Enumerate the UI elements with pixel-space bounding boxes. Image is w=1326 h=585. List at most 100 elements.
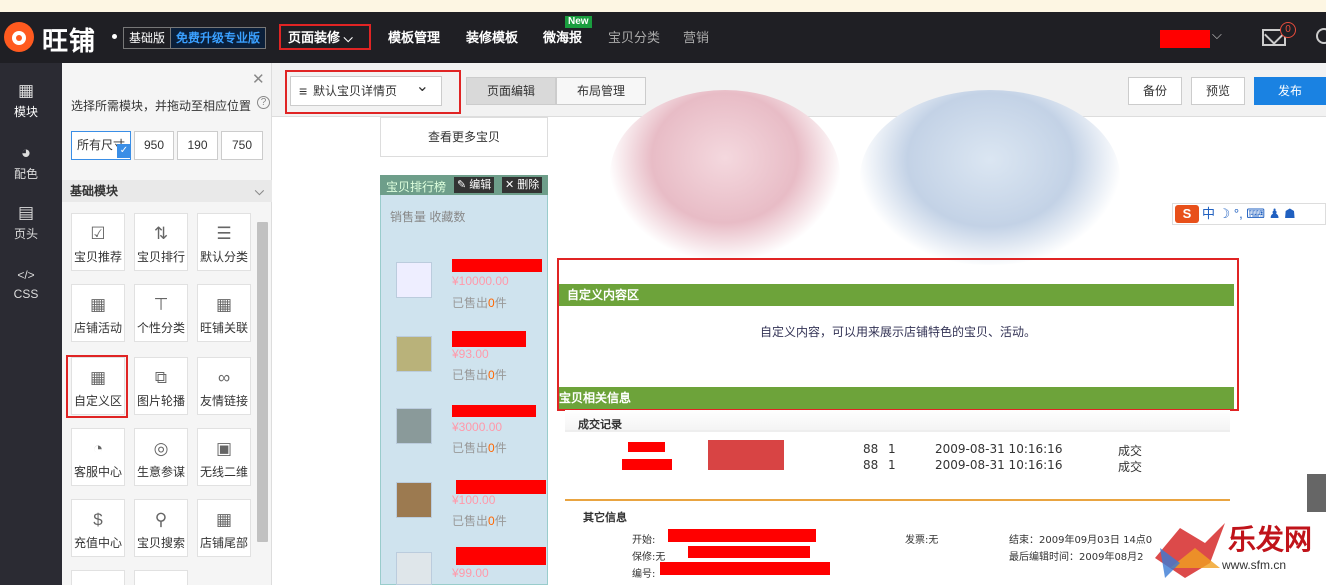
item-thumbnail[interactable] [396,408,432,444]
code-icon: </> [17,268,35,282]
redacted-username [1160,30,1210,48]
mail-count-badge: 0 [1280,22,1296,38]
chevron-down-icon[interactable]: ⌵ [1212,27,1222,43]
redacted-code [660,562,830,575]
size-filter-190[interactable]: 190 [177,131,218,160]
watermark: 乐发网 www.sfm.cn [1150,518,1326,585]
record-status: 成交 [1118,460,1143,474]
help-icon[interactable] [1316,28,1326,44]
record-status: 成交 [1118,444,1143,458]
redacted-title [452,331,526,347]
tool-colors[interactable]: ◕ 配色 [0,143,52,182]
item-price: ¥3000.00 [452,420,503,434]
tab-page-edit[interactable]: 页面编辑 [466,77,556,105]
record-time: 2009-08-31 10:16:16 [935,458,1063,472]
edition-label: 基础版 [129,31,166,45]
tool-modules[interactable]: ▦ 模块 [0,81,52,120]
other-info-title: 其它信息 [583,512,627,524]
redacted-warranty [688,546,810,558]
check-square-icon: ☑ [90,224,106,243]
dollar-icon: $ [93,510,103,529]
chevron-down-icon: ⌵ [254,184,264,198]
search-icon: ⚲ [154,510,168,529]
panel-hint: 选择所需模块，并拖动至相应位置 [71,99,252,113]
module-custom-category[interactable]: ⊤ 个性分类 [134,284,188,342]
module-item-recommend[interactable]: ☑ 宝贝推荐 [71,213,125,271]
publish-button[interactable]: 发布 [1254,77,1326,105]
image-icon: ⧉ [154,368,168,387]
size-filter-950[interactable]: 950 [134,131,174,160]
item-price: ¥10000.00 [452,274,509,288]
module-item-rank[interactable]: ⇅ 宝贝排行 [134,213,188,271]
end-label: 结束：2009年09月03日 14点0 [1009,535,1153,546]
nav-template-manage[interactable]: 模板管理 [388,12,440,63]
divider [565,499,1230,501]
sogou-icon: S [1175,205,1199,223]
close-icon[interactable]: ✕ [252,70,265,88]
tab-layout-manage[interactable]: 布局管理 [556,77,646,105]
edition-badge[interactable]: 基础版 免费升级专业版 [123,27,267,49]
rank-module-title: 宝贝排行榜 [386,180,447,194]
feedback-icon[interactable] [1307,474,1326,512]
watermark-text: 乐发网 [1228,523,1313,556]
delete-button[interactable]: ✕ 删除 [502,177,543,193]
module-shop-link[interactable]: ▦ 旺铺关联 [197,284,251,342]
backup-button[interactable]: 备份 [1128,77,1182,105]
question-icon[interactable]: ? [257,96,270,109]
top-navbar: 旺铺 基础版 免费升级专业版 页面装修 ⌵ 模板管理 装修模板 微海报 New … [0,12,1326,63]
module-business-advisor[interactable]: ◎ 生意参谋 [134,428,188,486]
qr-icon: ▣ [215,439,233,458]
module-default-category[interactable]: ☰ 默认分类 [197,213,251,271]
watermark-logo-icon [1155,523,1225,578]
redacted-buyer [628,442,665,452]
highlight-box [66,355,128,418]
section-basic-modules[interactable]: 基础模块 ⌵ [62,180,272,202]
tool-css[interactable]: </> CSS [0,265,52,301]
sort-icon: ⇅ [153,224,169,243]
rank-tabs[interactable]: 销售量 收藏数 [390,208,465,225]
item-price: ¥93.00 [452,347,489,361]
edit-button[interactable]: ✎ 编辑 [454,177,495,193]
last-edit-label: 最后编辑时间：2009年08月2 [1009,552,1144,563]
header-icon: ▤ [17,203,35,222]
module-recharge[interactable]: $ 充值中心 [71,499,125,557]
nav-marketing[interactable]: 营销 [683,12,709,63]
link-icon: ∞ [217,368,231,387]
item-thumbnail[interactable] [396,262,432,298]
module-more[interactable] [71,570,125,585]
record-title: 成交记录 [578,419,622,431]
module-item-search[interactable]: ⚲ 宝贝搜索 [134,499,188,557]
palette-icon: ◕ [20,143,32,162]
panel-scrollbar[interactable] [257,222,268,542]
item-sold: 已售出0件 [452,296,507,310]
warranty-label: 保修:无 [632,552,666,563]
module-shop-activity[interactable]: ▦ 店铺活动 [71,284,125,342]
module-more[interactable] [134,570,188,585]
ime-toolbar[interactable]: S中 ☽ °, ⌨ ♟ ☗ [1172,203,1326,225]
item-thumbnail[interactable] [396,552,432,585]
redacted-item [708,440,784,470]
module-shop-footer[interactable]: ▦ 店铺尾部 [197,499,251,557]
module-customer-service[interactable]: ◔ 客服中心 [71,428,125,486]
module-image-carousel[interactable]: ⧉ 图片轮播 [134,357,188,415]
item-thumbnail[interactable] [396,336,432,372]
record-time: 2009-08-31 10:16:16 [935,442,1063,456]
nav-item-category[interactable]: 宝贝分类 [608,12,660,63]
related-info-title: 宝贝相关信息 [559,387,1234,409]
notice-strip [0,0,1326,12]
grid-icon: ▦ [17,81,35,100]
redacted-buyer [622,459,672,470]
upgrade-link[interactable]: 免费升级专业版 [170,28,266,48]
nav-decor-template[interactable]: 装修模板 [466,12,518,63]
code-label: 编号: [632,569,656,580]
tool-header[interactable]: ▤ 页头 [0,203,52,242]
module-qr-code[interactable]: ▣ 无线二维 [197,428,251,486]
preview-button[interactable]: 预览 [1191,77,1245,105]
item-sold: 已售出0件 [452,441,507,455]
item-thumbnail[interactable] [396,482,432,518]
size-filter-750[interactable]: 750 [221,131,263,160]
record-qty: 1 [888,442,896,456]
module-friend-links[interactable]: ∞ 友情链接 [197,357,251,415]
category-icon: ☰ [216,224,232,243]
more-items-link[interactable]: 查看更多宝贝 [380,117,548,157]
